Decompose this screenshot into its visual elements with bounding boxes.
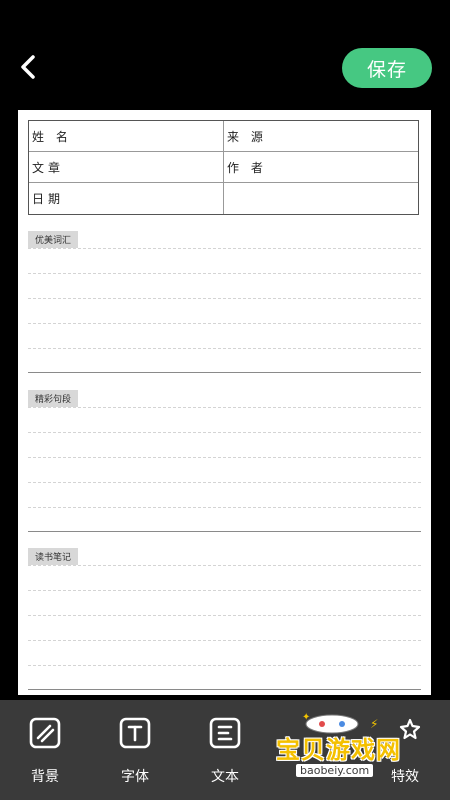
save-button[interactable]: 保存: [342, 48, 432, 88]
source-field[interactable]: 来 源: [224, 121, 418, 152]
note-sheet: 姓 名 来 源 文章 作 者 日期 优美词汇 精彩句段 读书笔记: [18, 110, 431, 695]
tool-label: 背景: [31, 769, 59, 785]
tool-label: 特效: [391, 769, 419, 785]
sparkle-effects-icon: [399, 718, 421, 740]
top-bar: 保存: [0, 0, 450, 110]
info-table: 姓 名 来 源 文章 作 者 日期: [28, 120, 419, 215]
date-field[interactable]: 日期: [29, 183, 224, 214]
chevron-left-icon: [21, 55, 35, 79]
tool-text[interactable]: 文本: [195, 716, 255, 786]
tool-label: 文本: [211, 769, 239, 785]
tool-font[interactable]: 字体: [105, 716, 165, 786]
section-vocabulary[interactable]: 优美词汇: [28, 228, 421, 373]
section-tag: 精彩句段: [28, 390, 79, 407]
section-notes[interactable]: 读书笔记: [28, 545, 421, 690]
section-tag: 优美词汇: [28, 231, 79, 248]
empty-field[interactable]: [224, 183, 418, 214]
section-tag: 读书笔记: [28, 548, 79, 565]
tool-background[interactable]: 背景: [15, 716, 75, 786]
text-align-icon: [209, 717, 241, 749]
tool-effects[interactable]: 特效: [375, 716, 435, 786]
back-button[interactable]: [14, 52, 42, 82]
name-field[interactable]: 姓 名: [29, 121, 224, 152]
section-passages[interactable]: 精彩句段: [28, 387, 421, 532]
tool-label: 字体: [121, 769, 149, 785]
font-t-icon: [119, 717, 151, 749]
author-field[interactable]: 作 者: [224, 152, 418, 183]
bottom-toolbar: 背景 字体 文本 特效: [0, 700, 450, 800]
background-pattern-icon: [29, 717, 61, 749]
article-field[interactable]: 文章: [29, 152, 224, 183]
